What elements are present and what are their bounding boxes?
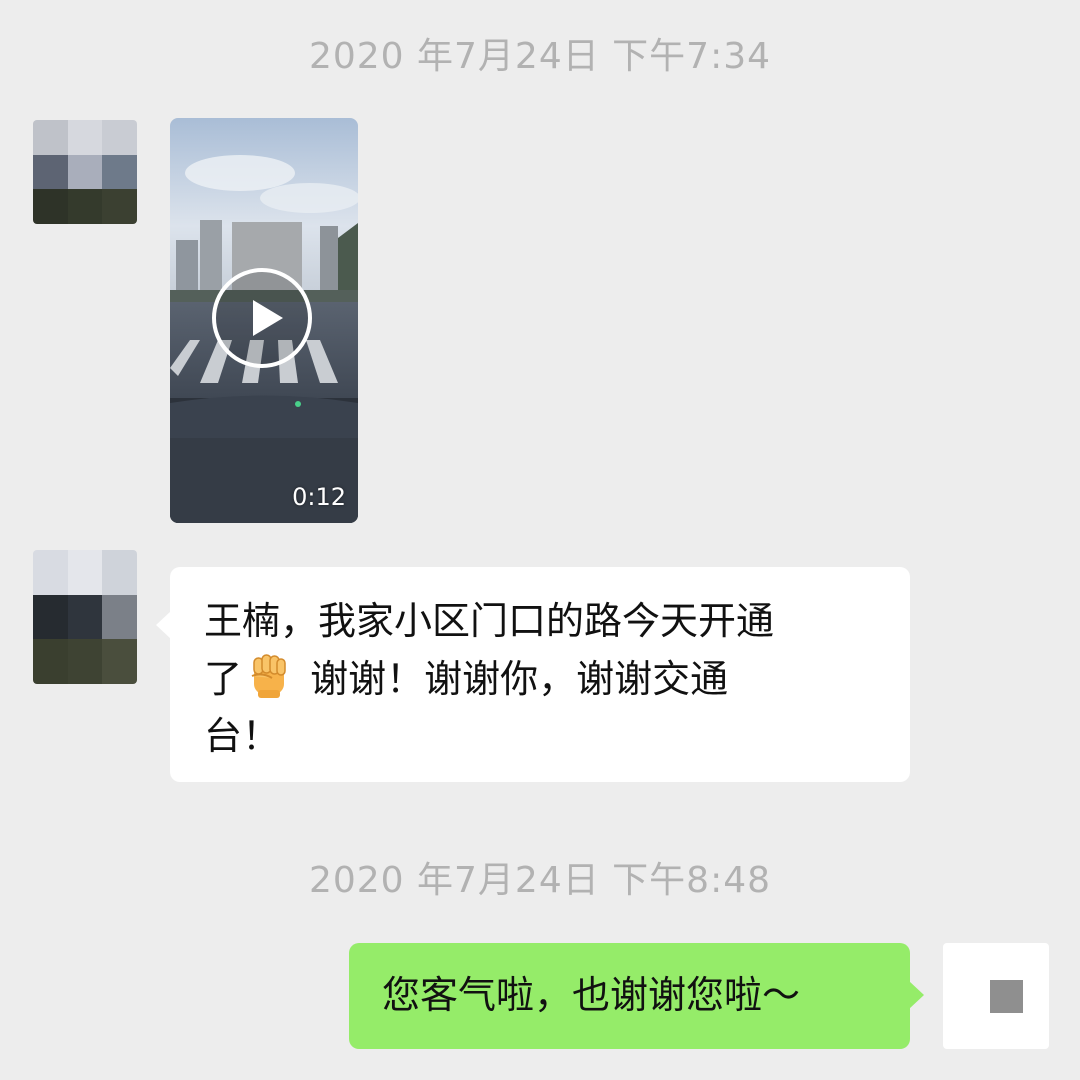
message-text-line: 了 谢谢！谢谢你，谢谢交通 [204,650,890,708]
avatar-placeholder [990,980,1023,1013]
message-timestamp: 2020 年7月24日 下午8:48 [308,860,772,901]
raised-fist-icon [251,654,286,698]
message-text: 谢谢！谢谢你，谢谢交通 [298,657,729,701]
video-message[interactable]: 0:12 [170,118,358,523]
sender-avatar[interactable] [33,120,137,224]
play-icon [253,300,283,336]
message-text-line: 王楠，我家小区门口的路今天开通 [204,599,775,643]
message-text: 您客气啦，也谢谢您啦～ [382,973,801,1017]
incoming-message-bubble[interactable]: 王楠，我家小区门口的路今天开通 了 谢谢！谢谢你，谢谢交通 台！ [156,567,910,782]
outgoing-message-bubble[interactable]: 您客气啦，也谢谢您啦～ [349,943,924,1049]
message-text: 了 [204,657,243,701]
sender-avatar[interactable] [33,550,137,684]
video-duration: 0:12 [292,483,346,511]
message-text-line: 台！ [204,714,281,758]
play-button[interactable] [212,268,312,368]
self-avatar[interactable] [943,943,1049,1049]
message-timestamp: 2020 年7月24日 下午7:34 [308,36,772,77]
chat-window: 2020 年7月24日 下午7:34 0:12 王楠，我家小区门口的路今天开通 … [0,0,1080,1080]
